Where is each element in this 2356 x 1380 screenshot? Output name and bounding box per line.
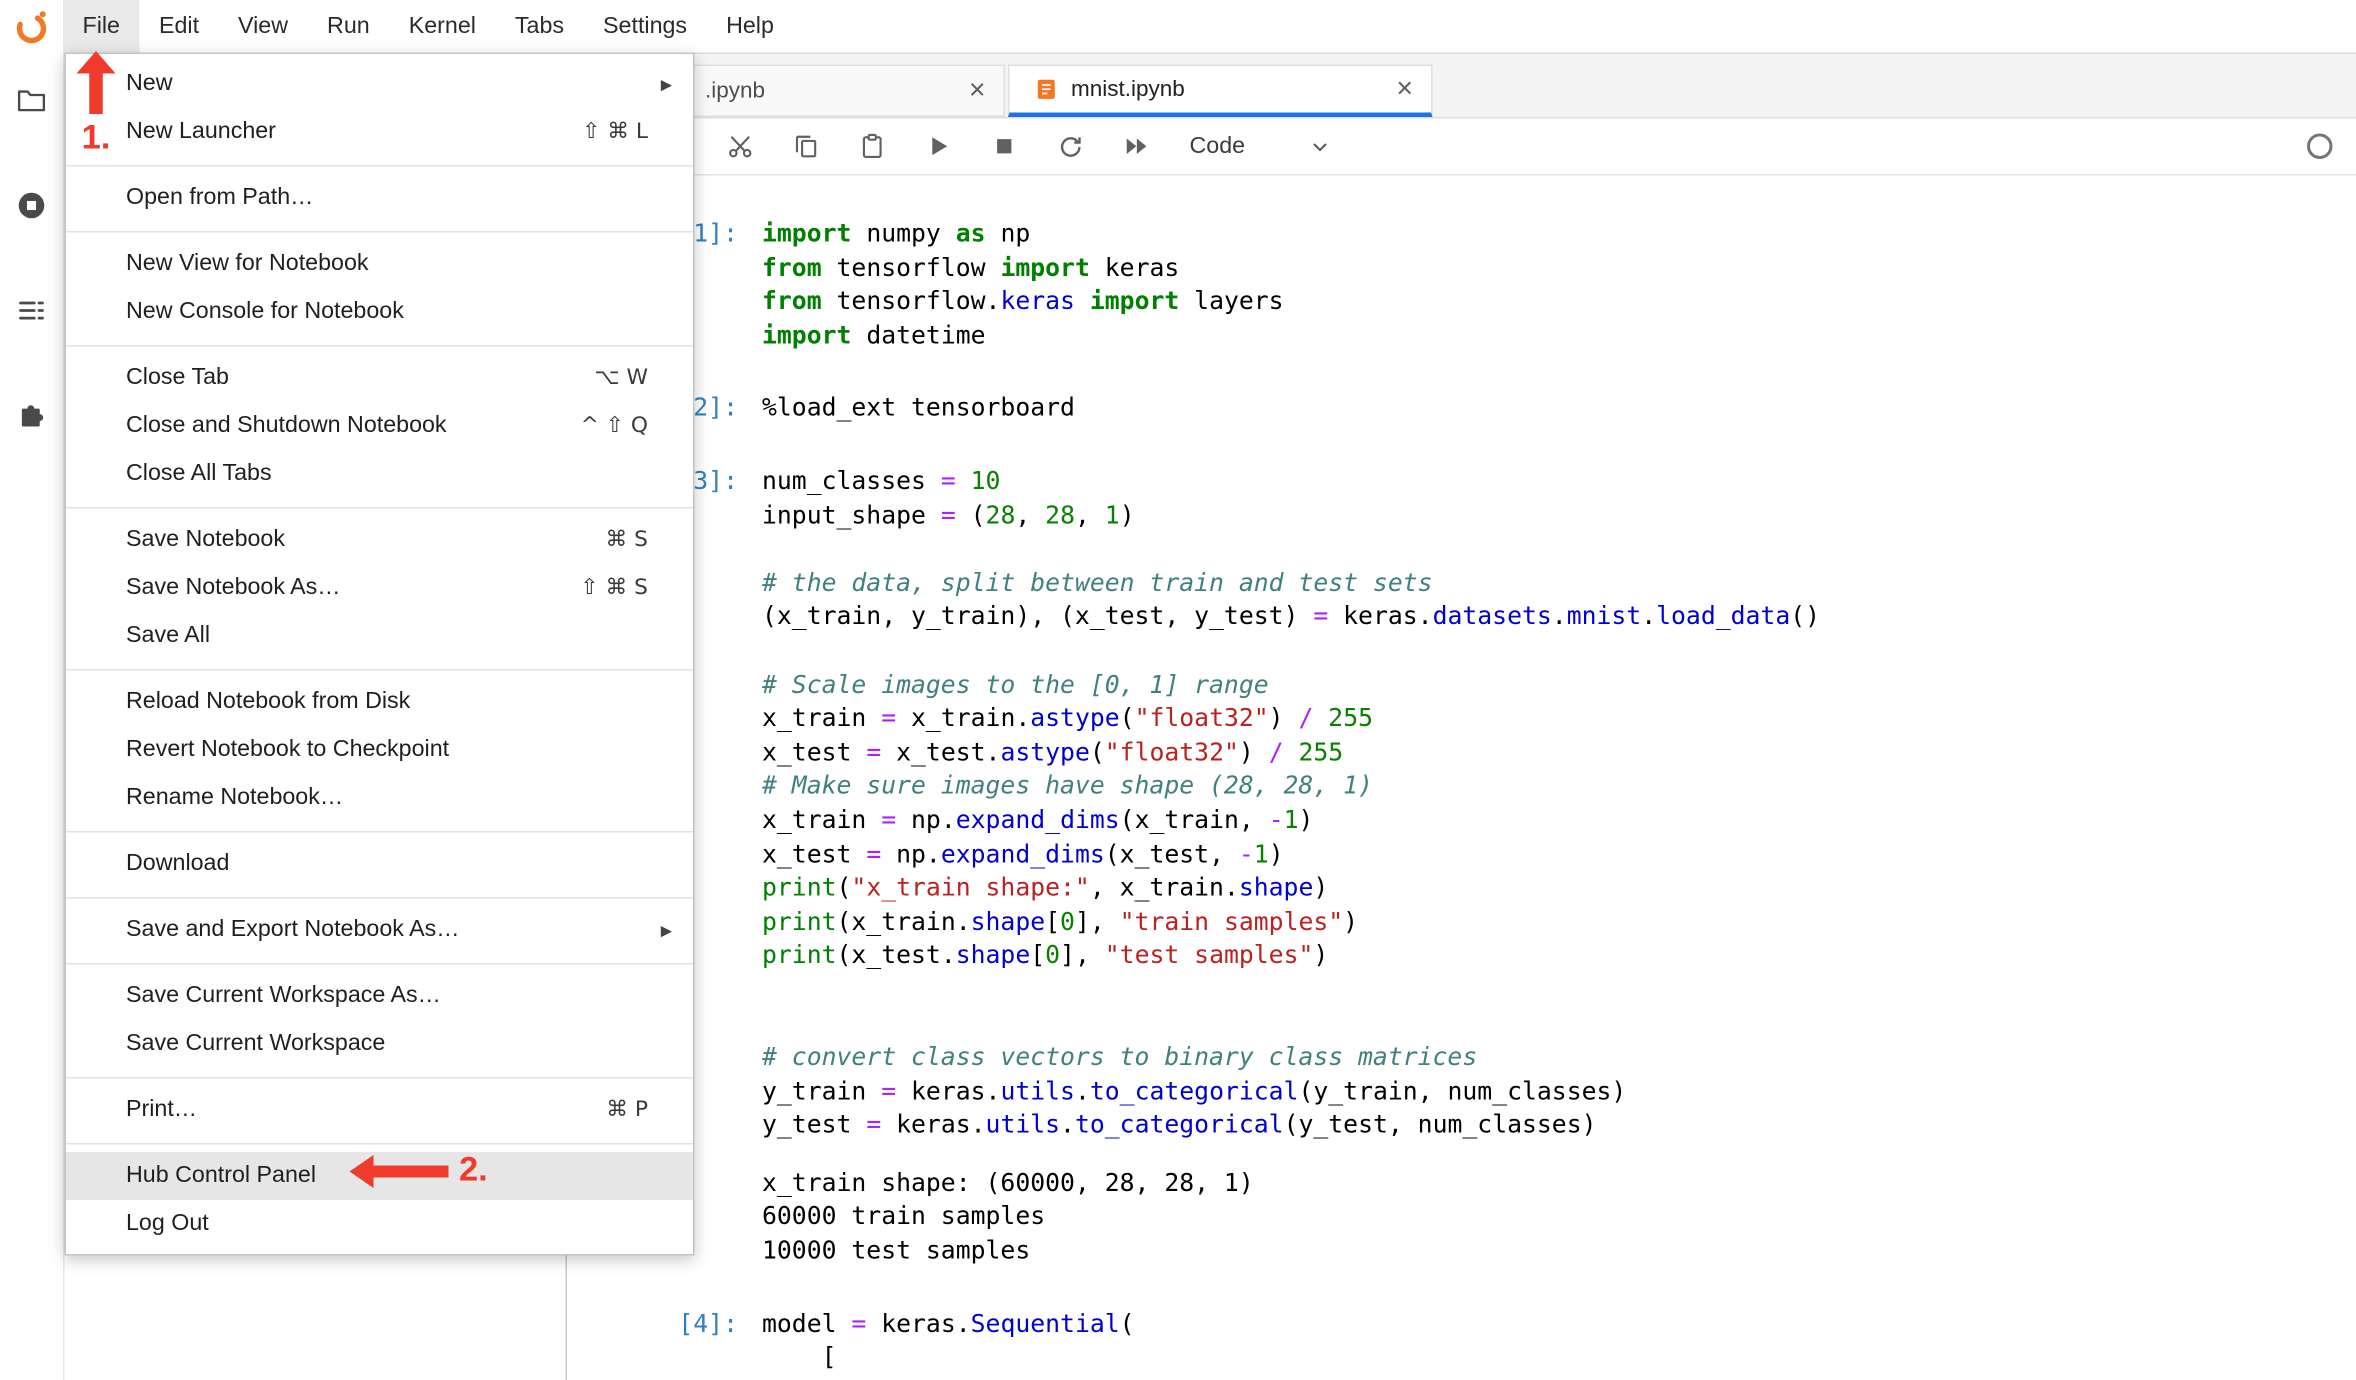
copy-icon[interactable] xyxy=(791,131,821,161)
menu-item-save-notebook-as[interactable]: Save Notebook As… ⇧ ⌘ S xyxy=(66,564,693,612)
menu-item-open-from-path[interactable]: Open from Path… xyxy=(66,174,693,222)
file-menu-dropdown: New ▸ New Launcher ⇧ ⌘ L Open from Path… New … xyxy=(64,52,695,1256)
menu-item-print[interactable]: Print… ⌘ P xyxy=(66,1086,693,1134)
menu-shortcut: ⌥ W xyxy=(594,366,648,390)
menu-separator xyxy=(66,164,693,166)
menu-item-download[interactable]: Download xyxy=(66,840,693,888)
submenu-arrow-icon: ▸ xyxy=(660,72,672,98)
menubar-item-file[interactable]: File xyxy=(63,0,140,53)
menu-shortcut: ⌘ P xyxy=(606,1098,648,1122)
execution-prompt: [4]: xyxy=(678,1308,738,1338)
menubar-item-view[interactable]: View xyxy=(219,0,308,53)
notebook-toolbar: Code xyxy=(567,118,2356,176)
menu-item-save-notebook[interactable]: Save Notebook ⌘ S xyxy=(66,516,693,564)
menu-shortcut: ⌘ S xyxy=(605,528,648,552)
menu-item-reload-notebook-from-disk[interactable]: Reload Notebook from Disk xyxy=(66,678,693,726)
menu-item-close-and-shutdown-notebook[interactable]: Close and Shutdown Notebook ^ ⇧ Q xyxy=(66,402,693,450)
menubar-item-edit[interactable]: Edit xyxy=(139,0,218,53)
menu-item-save-all[interactable]: Save All xyxy=(66,612,693,660)
toc-icon[interactable] xyxy=(14,294,50,330)
menu-separator xyxy=(66,896,693,898)
menu-separator xyxy=(66,668,693,670)
code-cell[interactable]: [2]: %load_ext tensorboard xyxy=(567,392,2356,426)
cell-input-area: [1]: import numpy as np from tensorflow im… xyxy=(567,218,2356,354)
menubar-item-help[interactable]: Help xyxy=(707,0,794,53)
menubar-item-settings[interactable]: Settings xyxy=(584,0,707,53)
red-arrow-up-icon xyxy=(76,51,116,114)
cell-input-area: [3]: num_classes = 10 input_shape = (28, 2… xyxy=(567,465,2356,1143)
close-icon[interactable]: × xyxy=(969,77,986,106)
cell-input-area: [2]: %load_ext tensorboard xyxy=(567,392,2356,426)
menu-item-new[interactable]: New ▸ xyxy=(66,60,693,108)
annotation-step-2-label: 2. xyxy=(459,1149,488,1188)
run-all-icon[interactable] xyxy=(1121,131,1151,161)
stop-icon[interactable] xyxy=(989,131,1019,161)
menu-separator xyxy=(66,1142,693,1144)
menu-item-revert-notebook-to-checkpoint[interactable]: Revert Notebook to Checkpoint xyxy=(66,726,693,774)
cell-editor[interactable]: model = keras.Sequential( [ xyxy=(762,1307,1135,1375)
menu-item-save-current-workspace[interactable]: Save Current Workspace xyxy=(66,1020,693,1068)
menu-shortcut: ⇧ ⌘ S xyxy=(580,576,648,600)
red-arrow-left-icon xyxy=(349,1155,449,1188)
menu-item-log-out[interactable]: Log Out xyxy=(66,1200,693,1248)
chevron-down-icon xyxy=(1308,134,1332,158)
menubar-item-kernel[interactable]: Kernel xyxy=(389,0,495,53)
running-sessions-icon[interactable] xyxy=(14,189,50,225)
cell-editor[interactable]: num_classes = 10 input_shape = (28, 28, 1… xyxy=(762,465,1820,1143)
restart-icon[interactable] xyxy=(1055,131,1085,161)
menu-item-new-view-for-notebook[interactable]: New View for Notebook xyxy=(66,240,693,288)
menu-bar: File Edit View Run Kernel Tabs Settings Help xyxy=(63,0,2356,54)
jupyterlab-window: File Edit View Run Kernel Tabs Settings Help .i… xyxy=(0,0,2356,1380)
menu-separator xyxy=(66,962,693,964)
tab-mnist-ipynb[interactable]: mnist.ipynb × xyxy=(1008,64,1433,117)
code-cell[interactable]: [4]: model = keras.Sequential( [ xyxy=(567,1307,2356,1375)
menu-separator xyxy=(66,830,693,832)
cell-type-value: Code xyxy=(1189,132,1246,159)
annotation-step-1-label: 1. xyxy=(81,117,111,156)
menu-shortcut: ^ ⇧ Q xyxy=(580,414,648,438)
folder-icon[interactable] xyxy=(14,84,50,120)
paste-icon[interactable] xyxy=(857,131,887,161)
menu-separator xyxy=(66,506,693,508)
cell-output-text: x_train shape: (60000, 28, 28, 1) 60000 … xyxy=(762,1168,1254,1265)
main-dock-panel: .ipynb × mnist.ipynb × Code [1]: import nump… xyxy=(567,52,2356,1380)
annotation-step-2: 2. xyxy=(349,1149,488,1190)
menu-separator xyxy=(66,230,693,232)
cut-icon[interactable] xyxy=(725,131,755,161)
close-icon[interactable]: × xyxy=(1396,75,1413,104)
kernel-status-icon[interactable] xyxy=(2307,133,2333,159)
menu-item-new-console-for-notebook[interactable]: New Console for Notebook xyxy=(66,288,693,336)
menu-item-rename-notebook[interactable]: Rename Notebook… xyxy=(66,774,693,822)
cell-editor[interactable]: %load_ext tensorboard xyxy=(762,392,1075,426)
menu-item-new-launcher[interactable]: New Launcher ⇧ ⌘ L xyxy=(66,108,693,156)
cell-editor[interactable]: import numpy as np from tensorflow import… xyxy=(762,218,1284,354)
run-icon[interactable] xyxy=(923,131,953,161)
cell-type-dropdown[interactable]: Code xyxy=(1190,133,1333,160)
submenu-arrow-icon: ▸ xyxy=(660,918,672,944)
menubar-item-tabs[interactable]: Tabs xyxy=(495,0,583,53)
left-sidebar xyxy=(0,0,65,1380)
notebook-area[interactable]: [1]: import numpy as np from tensorflow im… xyxy=(567,175,2356,1380)
menu-item-close-all-tabs[interactable]: Close All Tabs xyxy=(66,450,693,498)
code-cell[interactable]: [3]: num_classes = 10 input_shape = (28, 2… xyxy=(567,465,2356,1268)
menubar-item-run[interactable]: Run xyxy=(308,0,390,53)
menu-separator xyxy=(66,1076,693,1078)
cell-output-area: x_train shape: (60000, 28, 28, 1) 60000 … xyxy=(567,1167,2356,1269)
notebook-icon xyxy=(1034,77,1060,103)
annotation-step-1: 1. xyxy=(75,51,117,158)
extensions-icon[interactable] xyxy=(14,399,50,435)
code-cell[interactable]: [1]: import numpy as np from tensorflow im… xyxy=(567,218,2356,354)
menu-item-save-and-export-notebook-as[interactable]: Save and Export Notebook As… ▸ xyxy=(66,906,693,954)
dock-tab-bar: .ipynb × mnist.ipynb × xyxy=(567,52,2356,119)
menu-item-save-current-workspace-as[interactable]: Save Current Workspace As… xyxy=(66,972,693,1020)
menu-separator xyxy=(66,344,693,346)
cell-input-area: [4]: model = keras.Sequential( [ xyxy=(567,1307,2356,1375)
jupyter-logo xyxy=(14,9,50,45)
menu-shortcut: ⇧ ⌘ L xyxy=(582,120,648,144)
menu-item-close-tab[interactable]: Close Tab ⌥ W xyxy=(66,354,693,402)
